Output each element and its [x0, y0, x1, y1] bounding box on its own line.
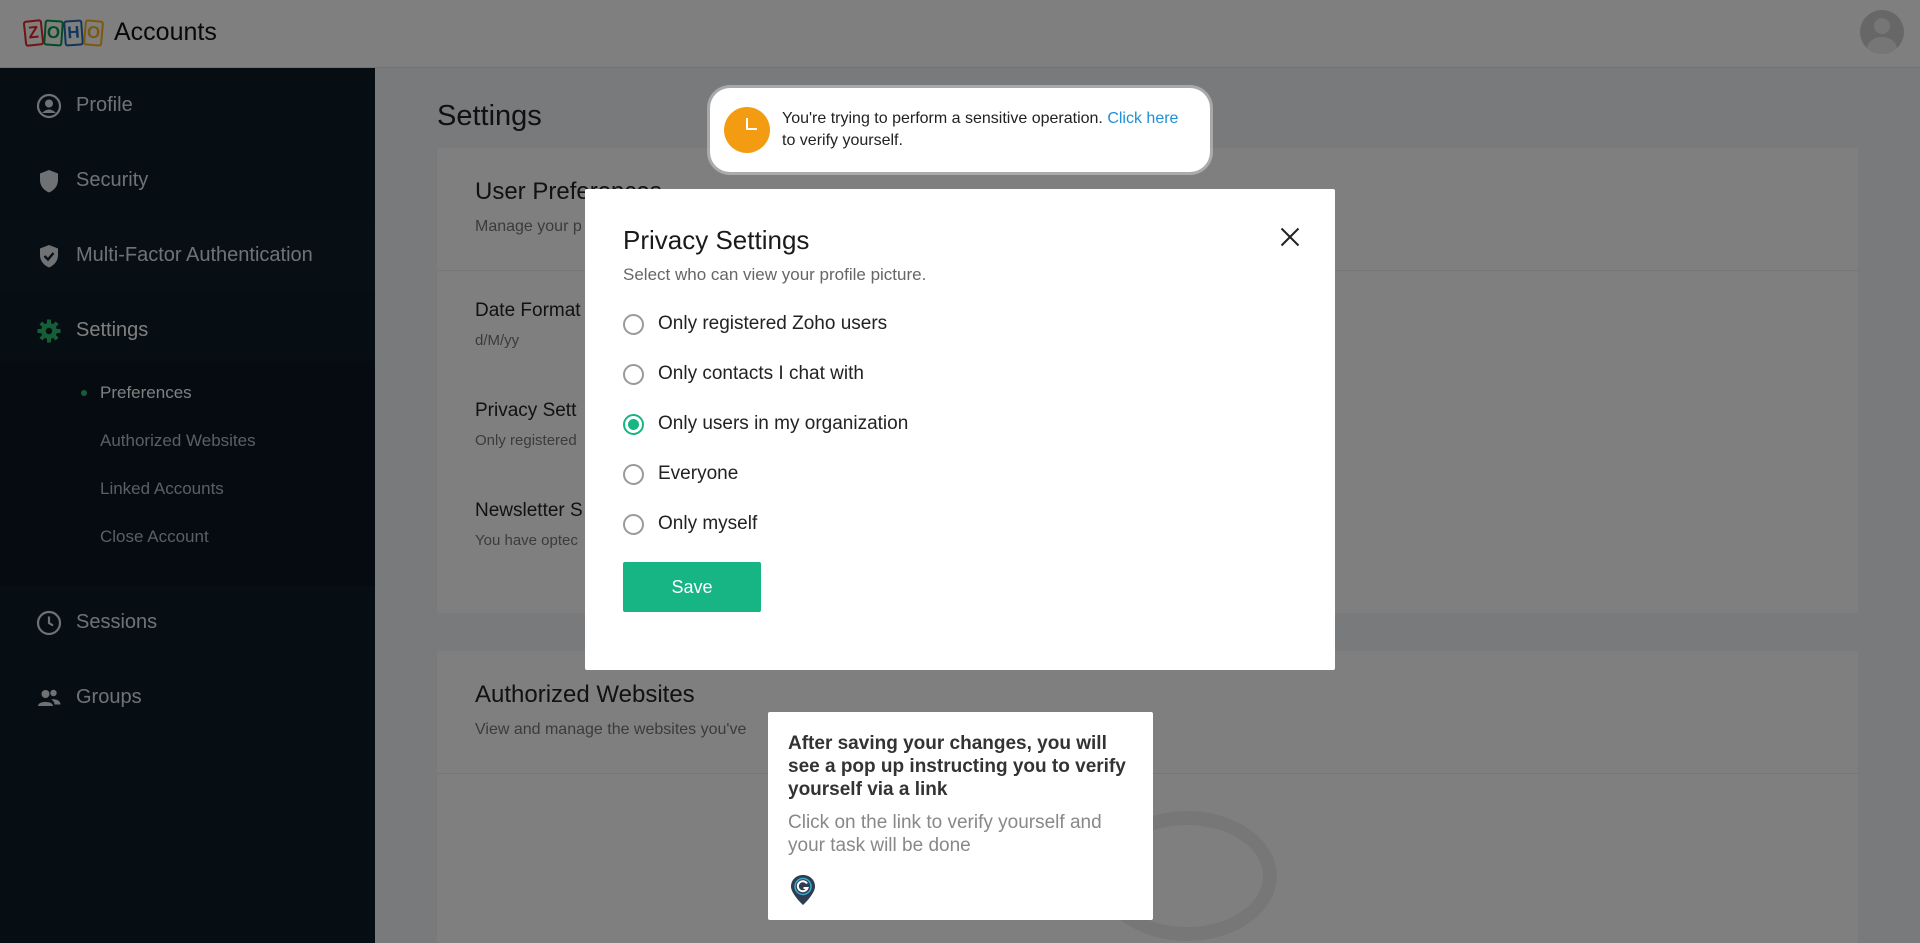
- toast-text: to verify yourself.: [782, 132, 903, 149]
- toast-text: You're trying to perform a sensitive ope…: [782, 110, 1108, 127]
- tooltip-body: Click on the link to verify yourself and…: [788, 812, 1102, 856]
- clock-icon: [724, 107, 770, 153]
- toast-message: You're trying to perform a sensitive ope…: [782, 108, 1182, 152]
- radio-option-everyone[interactable]: Everyone: [623, 463, 738, 485]
- radio-button[interactable]: [623, 463, 644, 485]
- radio-option-users-in-my-organization[interactable]: Only users in my organization: [623, 413, 908, 435]
- close-icon[interactable]: [1277, 224, 1303, 250]
- dialog-subtitle: Select who can view your profile picture…: [623, 265, 927, 284]
- radio-option-contacts-i-chat-with[interactable]: Only contacts I chat with: [623, 363, 864, 385]
- radio-label: Only contacts I chat with: [658, 363, 864, 384]
- guide-logo-icon: [790, 874, 816, 906]
- radio-button[interactable]: [623, 363, 644, 385]
- verify-link[interactable]: Click here: [1107, 110, 1178, 127]
- radio-label: Only users in my organization: [658, 413, 909, 434]
- radio-label: Only registered Zoho users: [658, 313, 888, 334]
- dialog-title: Privacy Settings: [623, 225, 810, 255]
- radio-option-registered-zoho-users[interactable]: Only registered Zoho users: [623, 313, 887, 335]
- radio-label: Only myself: [658, 513, 758, 534]
- tooltip-heading: After saving your changes, you will see …: [788, 733, 1126, 800]
- radio-label: Everyone: [658, 463, 739, 484]
- guide-tooltip: After saving your changes, you will see …: [768, 712, 1153, 920]
- radio-option-only-myself[interactable]: Only myself: [623, 513, 757, 535]
- radio-button[interactable]: [623, 513, 644, 535]
- verification-toast: You're trying to perform a sensitive ope…: [710, 88, 1210, 172]
- radio-button[interactable]: [623, 313, 644, 335]
- radio-button-selected[interactable]: [623, 413, 644, 435]
- save-button[interactable]: Save: [623, 562, 761, 612]
- privacy-settings-dialog: Privacy Settings Select who can view you…: [585, 189, 1335, 670]
